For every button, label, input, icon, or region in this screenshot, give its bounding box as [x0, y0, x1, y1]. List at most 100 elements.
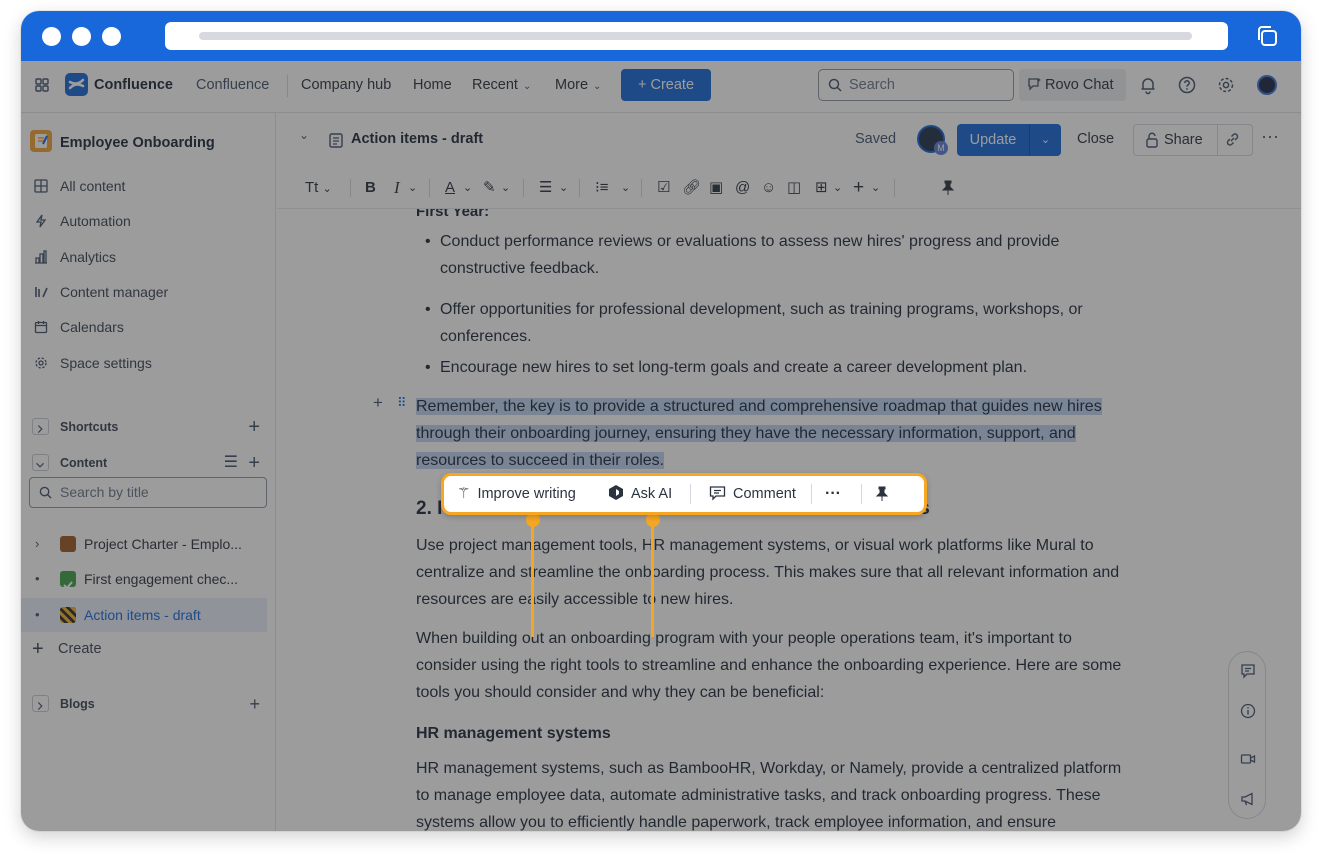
window-dot-minimize[interactable] [72, 27, 91, 46]
window-dot-close[interactable] [42, 27, 61, 46]
italic-icon[interactable]: I [394, 167, 400, 209]
settings-gear-icon[interactable] [1216, 75, 1236, 95]
chevron-right-icon[interactable]: › [35, 527, 39, 561]
list-item[interactable]: Conduct performance reviews or evaluatio… [425, 228, 1130, 282]
collaborator-avatar[interactable]: M [917, 125, 948, 155]
nav-item-company-hub[interactable]: Company hub [301, 61, 391, 113]
app-switcher-icon[interactable] [35, 78, 49, 92]
chevron-down-icon[interactable]: ⌄ [871, 167, 880, 209]
selected-paragraph[interactable]: Remember, the key is to provide a struct… [416, 393, 1176, 474]
chevron-down-icon[interactable]: ⌄ [408, 167, 417, 209]
info-icon[interactable] [1240, 703, 1256, 719]
text-style-dropdown[interactable]: Tt ⌄ [305, 167, 332, 209]
close-button[interactable]: Close [1077, 131, 1114, 147]
paragraph[interactable]: Use project management tools, HR managem… [416, 532, 1216, 613]
align-text-icon[interactable]: ☰ [539, 167, 552, 209]
tree-item-action-items-draft[interactable]: • Action items - draft [21, 598, 267, 632]
add-blog-plus-icon[interactable]: + [249, 690, 260, 718]
share-button[interactable]: Share [1133, 124, 1253, 156]
more-options-button[interactable]: ··· [825, 476, 841, 512]
search-input[interactable]: Search [818, 69, 1014, 101]
chevron-down-icon[interactable] [32, 454, 49, 471]
tree-item-first-engagement[interactable]: • First engagement chec... [21, 562, 267, 596]
space-title[interactable]: Employee Onboarding [60, 135, 215, 151]
text-color-icon[interactable]: A [445, 167, 455, 209]
tree-item-project-charter[interactable]: › Project Charter - Emplo... [21, 527, 267, 561]
help-icon[interactable] [1177, 75, 1197, 95]
megaphone-icon[interactable] [1240, 791, 1256, 807]
window-dot-maximize[interactable] [102, 27, 121, 46]
list-item[interactable]: Encourage new hires to set long-term goa… [425, 354, 1160, 381]
share-divider [1217, 125, 1218, 155]
mention-icon[interactable]: @ [735, 167, 750, 209]
nav-item-recent[interactable]: Recent ⌄ [472, 61, 531, 113]
image-icon[interactable]: ▣ [709, 167, 723, 209]
nav-item-confluence[interactable]: Confluence [196, 61, 269, 113]
chevron-right-icon[interactable] [32, 418, 49, 435]
tabs-overview-icon[interactable] [1255, 24, 1279, 48]
chevron-down-icon[interactable]: ⌄ [1030, 124, 1061, 156]
paragraph[interactable]: HR management systems, such as BambooHR,… [416, 755, 1216, 831]
comments-icon[interactable] [1240, 663, 1256, 679]
address-bar[interactable] [165, 22, 1228, 50]
sidebar-item-calendars[interactable]: Calendars [21, 310, 276, 344]
page-title[interactable]: Action items - draft [351, 131, 483, 147]
section-blogs[interactable]: Blogs + [21, 690, 276, 718]
comment-button[interactable]: Comment [709, 476, 796, 512]
update-button[interactable]: Update ⌄ [957, 124, 1061, 156]
nav-item-home[interactable]: Home [413, 61, 452, 113]
section-content[interactable]: Content ☰ + [21, 449, 276, 477]
layout-columns-icon[interactable]: ◫ [787, 167, 801, 209]
table-icon[interactable]: ⊞ [815, 167, 828, 209]
more-actions-icon[interactable]: ··· [1261, 126, 1279, 147]
improve-writing-button[interactable]: ⚚ Improve writing [457, 476, 576, 512]
pin-icon[interactable] [941, 180, 955, 196]
bullet-list-icon[interactable]: ⁝≡ [595, 167, 609, 209]
collapse-chevron-icon[interactable]: ⌄ [299, 128, 309, 142]
sidebar-item-all-content[interactable]: All content [21, 169, 276, 203]
add-content-plus-icon[interactable]: + [248, 449, 260, 477]
create-button[interactable]: + Create [621, 69, 711, 101]
section-shortcuts[interactable]: Shortcuts + [21, 413, 276, 441]
bold-icon[interactable]: B [365, 167, 376, 209]
chevron-down-icon[interactable]: ⌄ [501, 167, 510, 209]
sidebar-item-space-settings[interactable]: Space settings [21, 346, 276, 380]
chevron-down-icon[interactable]: ⌄ [559, 167, 568, 209]
chat-sparkle-icon [1028, 78, 1041, 91]
video-icon[interactable] [1240, 751, 1256, 767]
list-item[interactable]: Offer opportunities for professional dev… [425, 296, 1140, 350]
drag-handle-icon[interactable]: ⠿ [397, 395, 407, 411]
add-shortcut-plus-icon[interactable]: + [248, 413, 260, 441]
insert-plus-icon[interactable]: + [853, 167, 864, 209]
profile-avatar[interactable] [1257, 75, 1277, 95]
search-by-title-input[interactable]: Search by title [29, 477, 267, 508]
pin-icon[interactable] [875, 486, 889, 502]
task-checkbox-icon[interactable]: ☑ [657, 167, 670, 209]
chevron-down-icon[interactable]: ⌄ [463, 167, 472, 209]
editor-toolbar: Tt ⌄ B I ⌄ A ⌄ ✎ ⌄ ☰ ⌄ ⁝≡ ⌄ ☑ 🔗︎ ▣ @ ☺ ◫… [277, 167, 1301, 209]
brand-name[interactable]: Confluence [94, 61, 173, 113]
confluence-logo-icon[interactable] [65, 73, 88, 96]
document-content[interactable]: First Year: Conduct performance reviews … [277, 209, 1301, 831]
link-icon[interactable] [1225, 132, 1240, 147]
emoji-icon[interactable]: ☺ [761, 167, 776, 209]
link-icon[interactable]: 🔗︎ [682, 167, 701, 209]
notifications-bell-icon[interactable] [1138, 75, 1158, 95]
paragraph[interactable]: When building out an onboarding program … [416, 625, 1216, 706]
section-shortcuts-label: Shortcuts [60, 420, 119, 434]
add-block-plus-icon[interactable]: + [373, 393, 383, 413]
chevron-down-icon[interactable]: ⌄ [833, 167, 842, 209]
highlight-pen-icon[interactable]: ✎ [483, 167, 496, 209]
nav-item-more[interactable]: More ⌄ [555, 61, 601, 113]
sidebar-item-automation[interactable]: Automation [21, 204, 276, 238]
comment-icon [709, 486, 726, 501]
sidebar-create-button[interactable]: + Create [21, 632, 276, 666]
sidebar-item-analytics[interactable]: Analytics [21, 240, 276, 274]
rovo-chat-button[interactable]: Rovo Chat [1019, 69, 1126, 101]
chevron-right-icon[interactable] [32, 695, 49, 712]
filter-icon[interactable]: ☰ [224, 449, 238, 477]
ask-ai-button[interactable]: Ask AI [608, 476, 672, 512]
sidebar-item-content-manager[interactable]: Content manager [21, 275, 276, 309]
chevron-down-icon[interactable]: ⌄ [621, 167, 630, 209]
bolt-icon [35, 214, 47, 228]
